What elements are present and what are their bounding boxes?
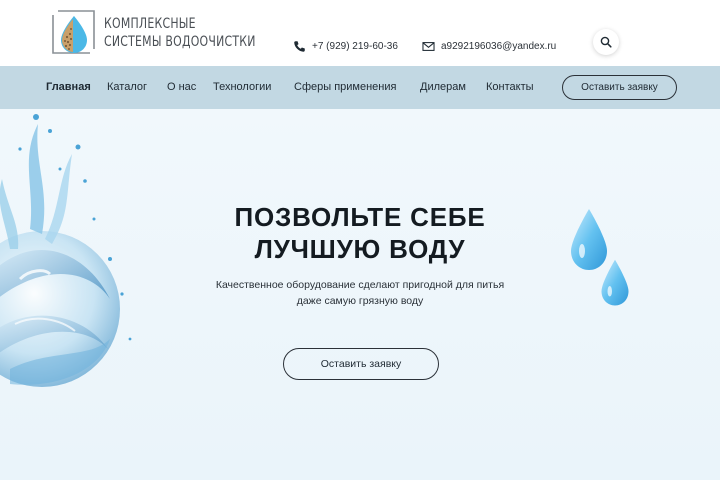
- hero-subtitle-line-2: даже самую грязную воду: [296, 295, 424, 307]
- logo-text: Комплексные системы водоочистки: [104, 15, 256, 51]
- phone-contact[interactable]: +7 (929) 219-60-36: [293, 40, 398, 53]
- nav-item-dealers[interactable]: Дилерам: [420, 81, 466, 93]
- nav-request-button[interactable]: Оставить заявку: [562, 75, 677, 100]
- envelope-icon: [422, 42, 435, 51]
- hero-section: ПОЗВОЛЬТЕ СЕБЕ ЛУЧШУЮ ВОДУ Качественное …: [0, 109, 720, 480]
- site-header: Комплексные системы водоочистки +7 (929)…: [0, 0, 720, 66]
- nav-item-about[interactable]: О нас: [167, 81, 196, 93]
- hero-title-line-1: ПОЗВОЛЬТЕ СЕБЕ: [234, 202, 486, 232]
- search-icon: [600, 36, 612, 48]
- nav-item-catalog[interactable]: Каталог: [107, 81, 147, 93]
- nav-item-applications[interactable]: Сферы применения: [294, 81, 396, 93]
- logo-line-2: системы водоочистки: [104, 34, 256, 50]
- logo-line-1: Комплексные: [104, 16, 196, 32]
- logo-drop-icon: [52, 10, 95, 54]
- email-contact[interactable]: a9292196036@yandex.ru: [422, 40, 556, 53]
- main-nav: Главная Каталог О нас Технологии Сферы п…: [0, 66, 720, 109]
- email-address: a9292196036@yandex.ru: [441, 41, 557, 52]
- phone-icon: [294, 41, 305, 52]
- nav-item-home[interactable]: Главная: [46, 81, 91, 93]
- search-button[interactable]: [593, 29, 619, 55]
- hero-subtitle-line-1: Качественное оборудование сделают пригод…: [215, 279, 505, 291]
- hero-subtitle: Качественное оборудование сделают пригод…: [0, 277, 720, 309]
- nav-item-technologies[interactable]: Технологии: [213, 81, 271, 93]
- hero-title-line-2: ЛУЧШУЮ ВОДУ: [254, 234, 466, 264]
- logo[interactable]: Комплексные системы водоочистки: [50, 9, 298, 57]
- nav-item-contacts[interactable]: Контакты: [486, 81, 534, 93]
- phone-number: +7 (929) 219-60-36: [312, 41, 398, 52]
- hero-title: ПОЗВОЛЬТЕ СЕБЕ ЛУЧШУЮ ВОДУ: [0, 201, 720, 265]
- hero-request-button[interactable]: Оставить заявку: [283, 348, 439, 380]
